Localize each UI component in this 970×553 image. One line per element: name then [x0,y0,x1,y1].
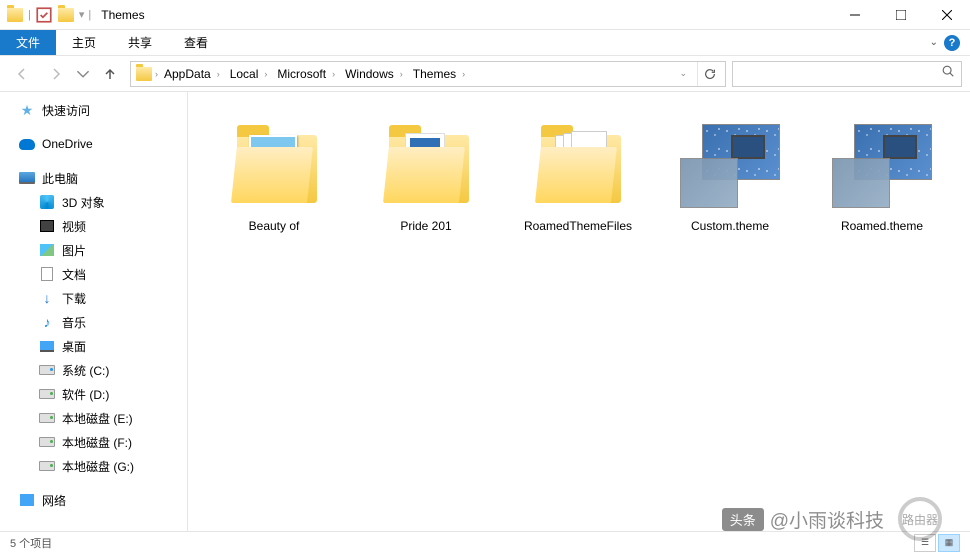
drive-icon [38,385,56,403]
ribbon-file-tab[interactable]: 文件 [0,30,56,55]
file-label: Custom.theme [691,219,769,233]
nav-item[interactable]: 软件 (D:) [0,382,187,406]
ribbon-tab-share[interactable]: 共享 [112,30,168,55]
folder-icon [57,6,75,24]
search-icon[interactable] [941,64,955,83]
ribbon-tab-view[interactable]: 查看 [168,30,224,55]
nav-onedrive[interactable]: OneDrive [0,132,187,156]
file-item[interactable]: Custom.theme [654,112,806,239]
nav-item[interactable]: ♪音乐 [0,310,187,334]
qat-dropdown[interactable]: ▾ [79,8,85,21]
doc-icon [38,265,56,283]
address-bar[interactable]: › AppData› Local› Microsoft› Windows› Th… [130,61,726,87]
folder-pages-icon [528,118,628,213]
maximize-button[interactable] [878,0,924,30]
pic-icon [38,241,56,259]
breadcrumb[interactable]: Local› [226,65,272,83]
desk-icon [38,337,56,355]
nav-item[interactable]: 本地磁盘 (G:) [0,454,187,478]
star-icon: ★ [18,101,36,119]
nav-item[interactable]: 本地磁盘 (E:) [0,406,187,430]
window-title: Themes [101,8,144,22]
breadcrumb[interactable]: Windows› [341,65,407,83]
dl-icon: ↓ [38,289,56,307]
folder-pride-icon [376,118,476,213]
drive-icon [38,409,56,427]
folder-photos-icon [224,118,324,213]
file-label: Beauty of [249,219,300,233]
file-item[interactable]: Pride 201 [350,112,502,239]
address-bar-row: › AppData› Local› Microsoft› Windows› Th… [0,56,970,92]
nav-this-pc[interactable]: 此电脑 [0,166,187,190]
breadcrumb[interactable]: Themes› [409,65,469,83]
onedrive-icon [18,135,36,153]
ribbon-collapse-icon[interactable]: ⌄ [930,37,938,48]
file-list: Beauty of Pride 201 RoamedThemeFiles Custom… [188,92,970,532]
chevron-down-icon[interactable]: ⌄ [679,68,687,79]
nav-item[interactable]: 图片 [0,238,187,262]
folder-icon [6,6,24,24]
nav-item[interactable]: 本地磁盘 (F:) [0,430,187,454]
video-icon [38,217,56,235]
file-label: Pride 201 [400,219,451,233]
up-button[interactable] [96,60,124,88]
breadcrumb[interactable]: AppData› [160,65,224,83]
item-count: 5 个项目 [10,535,52,551]
file-label: RoamedThemeFiles [524,219,632,233]
title-bar: | ▾ | Themes [0,0,970,30]
file-label: Roamed.theme [841,219,923,233]
close-button[interactable] [924,0,970,30]
properties-icon[interactable] [35,6,53,24]
ribbon-tab-home[interactable]: 主页 [56,30,112,55]
file-item[interactable]: Roamed.theme [806,112,958,239]
nav-network[interactable]: 网络 [0,488,187,512]
theme-icon [680,118,780,213]
nav-quick-access[interactable]: ★快速访问 [0,98,187,122]
nav-item[interactable]: ↓下载 [0,286,187,310]
pc-icon [18,169,36,187]
icons-view-button[interactable]: ▦ [938,534,960,552]
search-input[interactable] [739,67,941,81]
refresh-button[interactable] [697,62,721,86]
status-bar: 5 个项目 ☰ ▦ [0,531,970,553]
network-icon [18,491,36,509]
minimize-button[interactable] [832,0,878,30]
back-button[interactable] [8,60,36,88]
drive-sys-icon [38,361,56,379]
file-item[interactable]: RoamedThemeFiles [502,112,654,239]
theme-icon [832,118,932,213]
drive-icon [38,433,56,451]
drive-icon [38,457,56,475]
music-icon: ♪ [38,313,56,331]
breadcrumb[interactable]: Microsoft› [273,65,339,83]
navigation-pane: ★快速访问 OneDrive 此电脑 3D 对象视频图片文档↓下载♪音乐桌面系统… [0,92,188,532]
help-icon[interactable]: ? [944,35,960,51]
chevron-right-icon[interactable]: › [155,69,158,79]
qat-separator: | [28,9,31,21]
search-box[interactable] [732,61,962,87]
ribbon: 文件 主页 共享 查看 ⌄ ? [0,30,970,56]
details-view-button[interactable]: ☰ [914,534,936,552]
folder-icon [135,65,153,83]
nav-item[interactable]: 桌面 [0,334,187,358]
file-item[interactable]: Beauty of [198,112,350,239]
nav-item[interactable]: 系统 (C:) [0,358,187,382]
obj3d-icon [38,193,56,211]
forward-button[interactable] [42,60,70,88]
recent-dropdown[interactable] [76,60,90,88]
nav-item[interactable]: 文档 [0,262,187,286]
nav-item[interactable]: 3D 对象 [0,190,187,214]
nav-item[interactable]: 视频 [0,214,187,238]
